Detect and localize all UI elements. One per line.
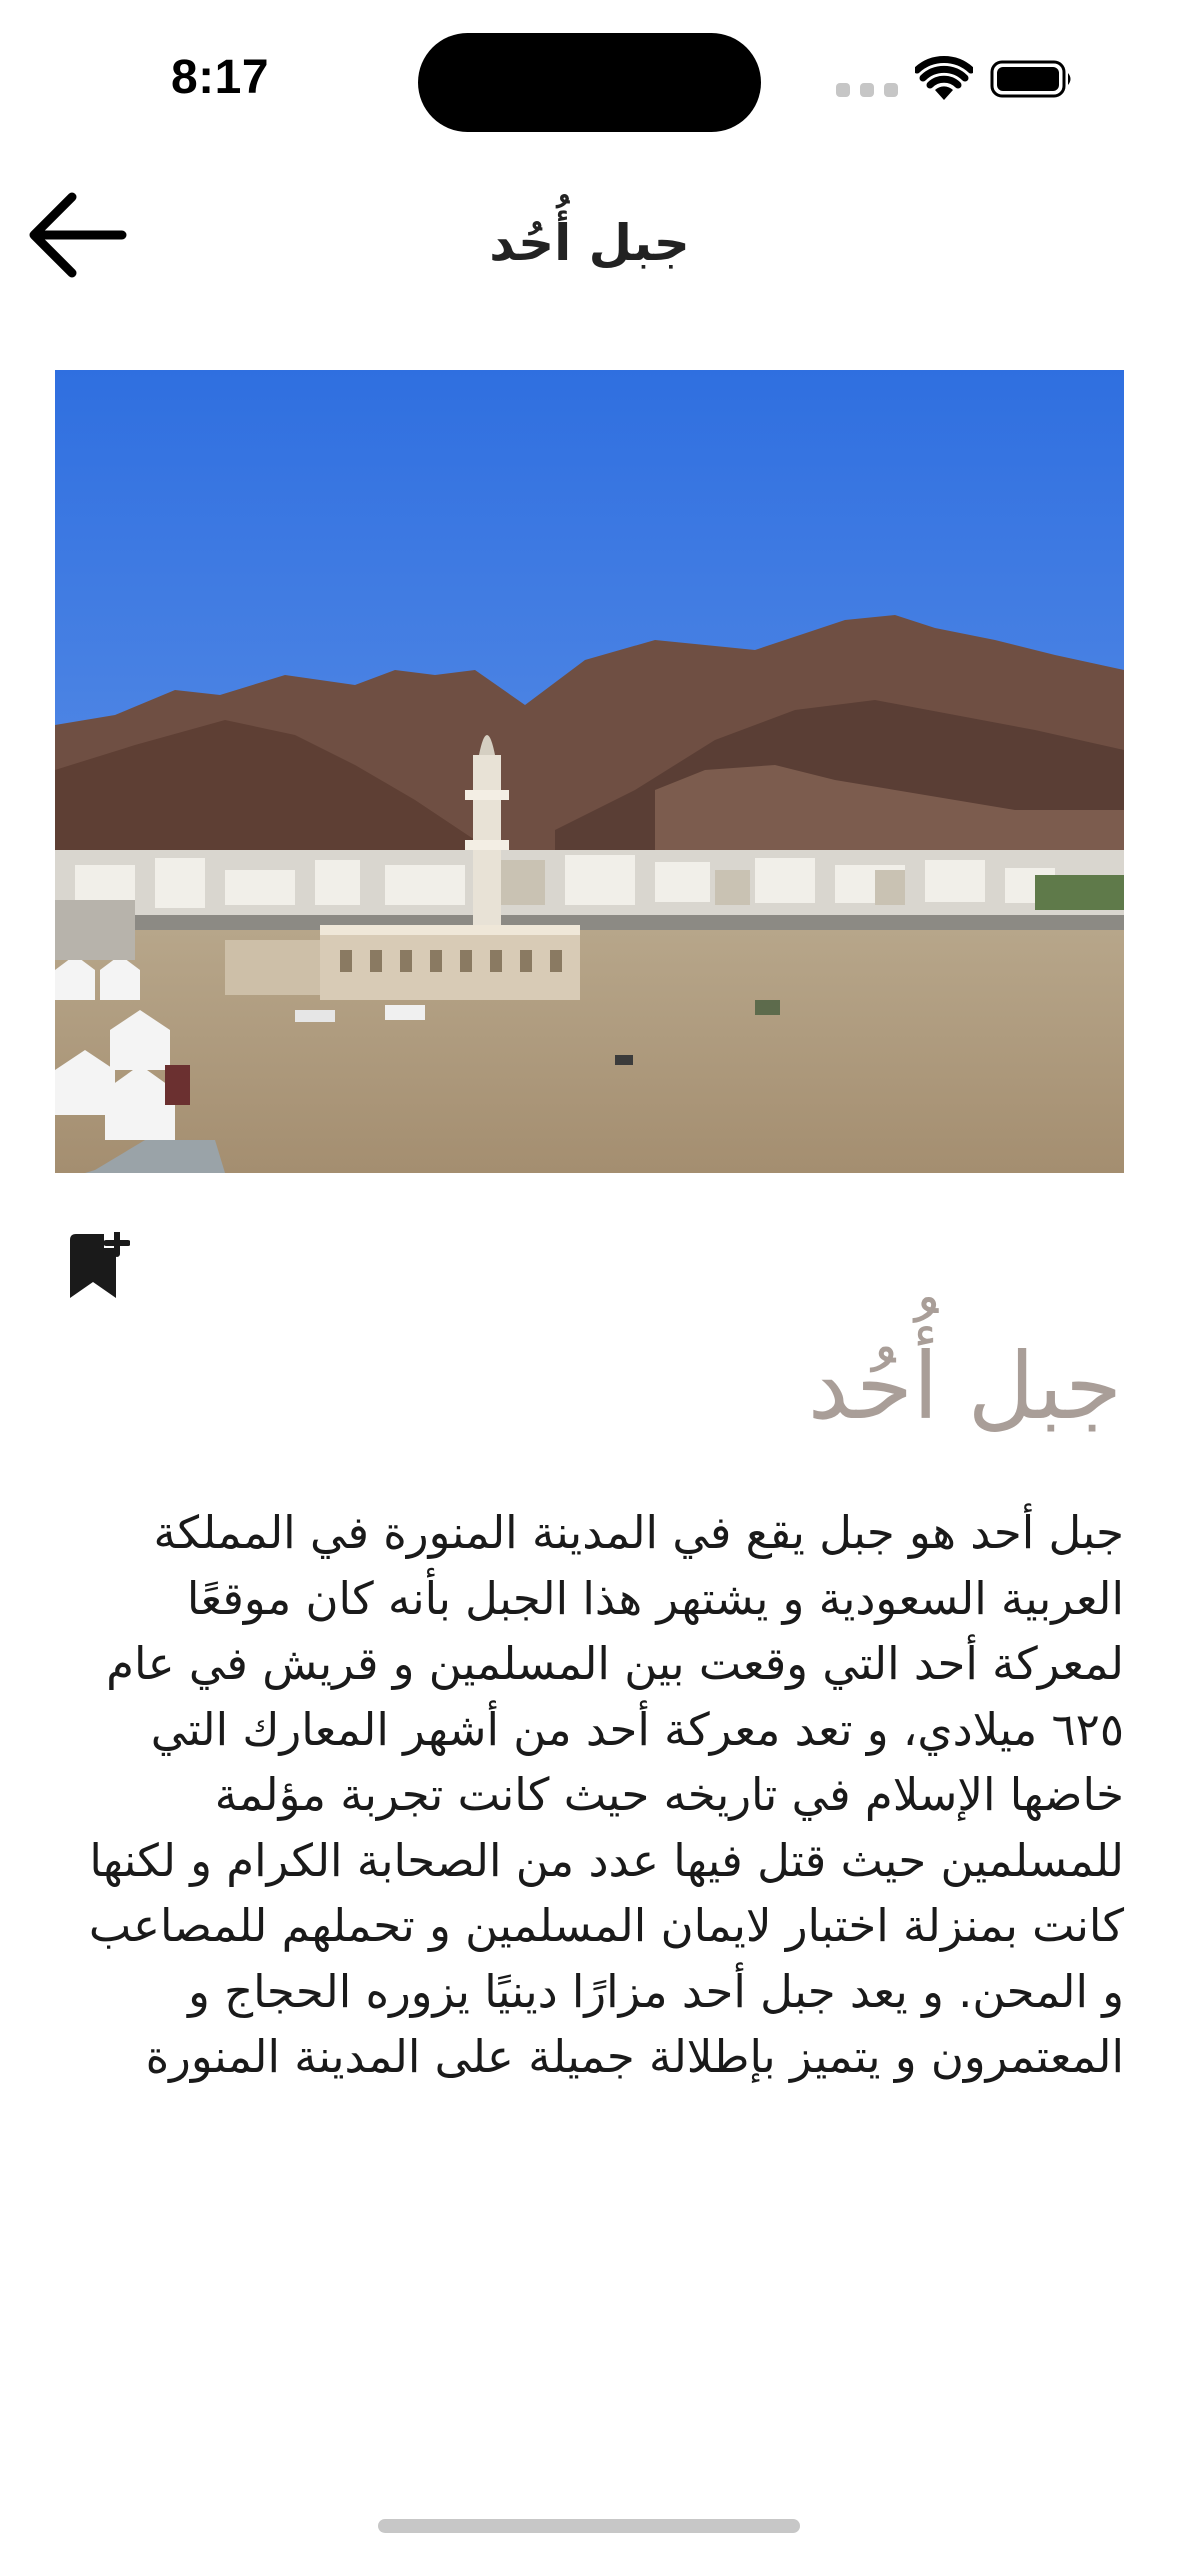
arrow-left-icon	[29, 192, 127, 278]
cellular-signal-icon	[836, 83, 898, 97]
battery-icon	[990, 60, 1071, 98]
home-indicator[interactable]	[378, 2519, 800, 2533]
status-time: 8:17	[170, 51, 270, 104]
wifi-icon	[915, 56, 973, 100]
bookmark-add-icon	[70, 1229, 131, 1298]
place-description: جبل أحد هو جبل يقع في المدينة المنورة في…	[88, 1506, 1124, 2083]
page-title: جبل أُحُد	[489, 214, 690, 272]
dynamic-island	[418, 33, 761, 132]
bookmark-button[interactable]	[68, 1229, 131, 1300]
back-button[interactable]	[20, 184, 132, 286]
place-photo	[55, 370, 1124, 1173]
place-title: جبل أُحُد	[807, 1333, 1122, 1440]
